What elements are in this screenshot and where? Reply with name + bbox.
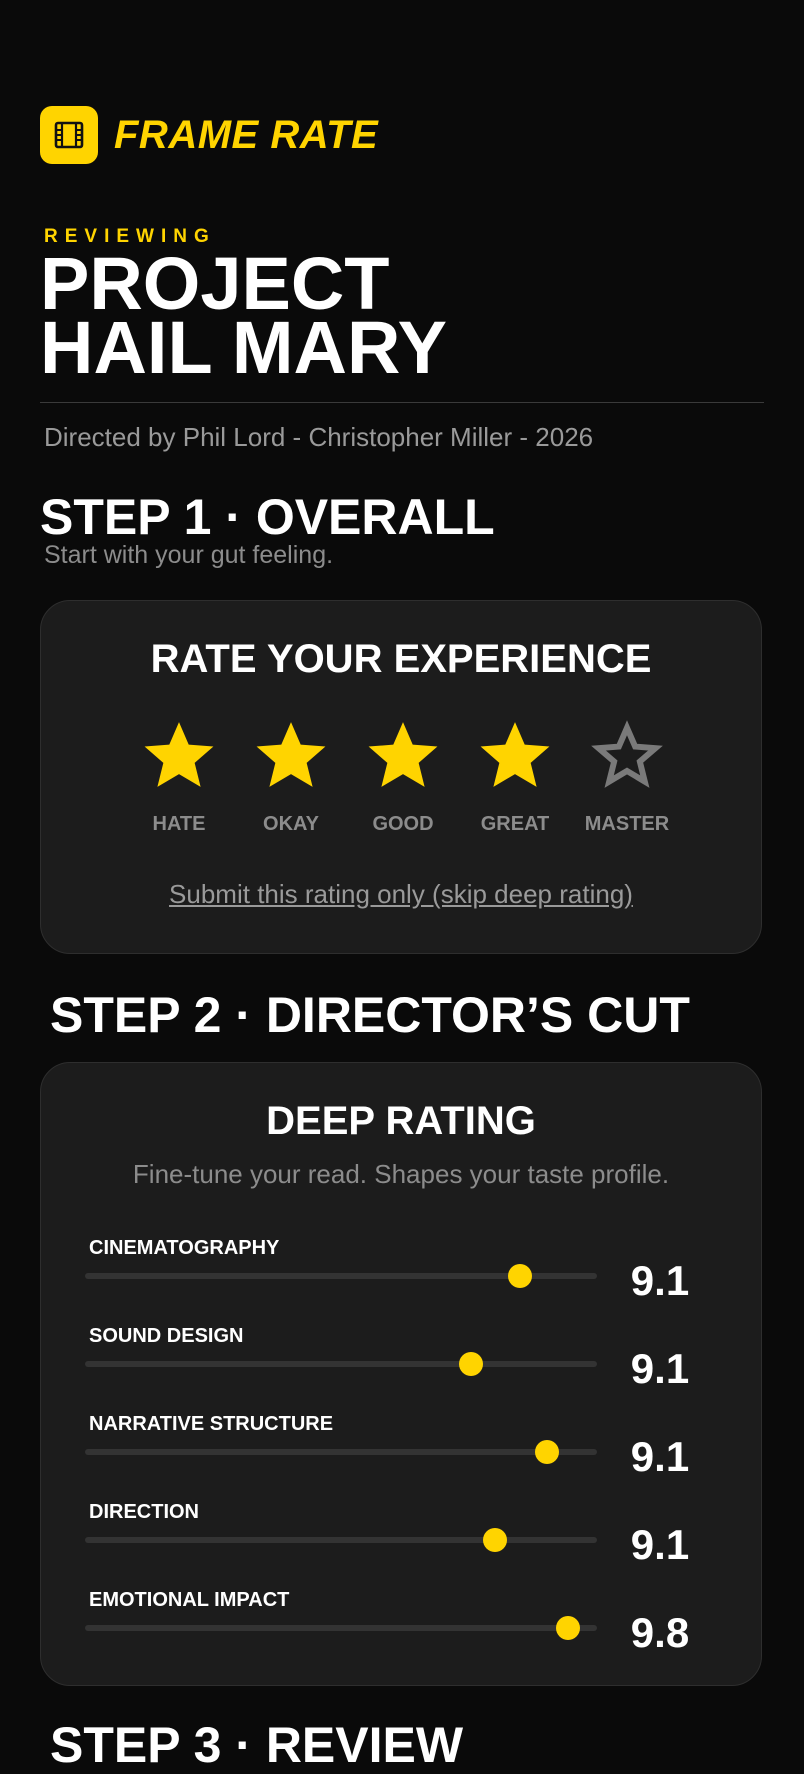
slider-narrative-structure: NARRATIVE STRUCTURE 9.1 bbox=[41, 1413, 761, 1493]
slider-label: EMOTIONAL IMPACT bbox=[89, 1589, 290, 1611]
slider-emotional-impact: EMOTIONAL IMPACT 9.8 bbox=[41, 1589, 761, 1669]
deep-rating-title: DEEP RATING bbox=[266, 1099, 536, 1143]
slider-thumb[interactable] bbox=[556, 1616, 581, 1640]
star-label: GREAT bbox=[480, 813, 550, 835]
star-master[interactable]: MASTER bbox=[567, 719, 687, 836]
star-icon bbox=[480, 722, 550, 787]
deep-rating-description: Fine-tune your read. Shapes your taste p… bbox=[132, 1159, 670, 1189]
slider-thumb[interactable] bbox=[535, 1440, 560, 1464]
slider-direction: DIRECTION 9.1 bbox=[41, 1501, 761, 1581]
slider-label: SOUND DESIGN bbox=[89, 1325, 244, 1347]
brand-header: FRAME RATE bbox=[40, 106, 378, 164]
star-label: MASTER bbox=[584, 813, 670, 835]
brand-name: FRAME RATE bbox=[114, 112, 379, 157]
star-icon bbox=[144, 722, 214, 787]
star-label: HATE bbox=[152, 813, 206, 835]
star-label: GOOD bbox=[372, 813, 434, 835]
slider-track[interactable] bbox=[85, 1616, 597, 1640]
slider-value: 9.1 bbox=[630, 1257, 690, 1304]
slider-thumb[interactable] bbox=[458, 1352, 483, 1376]
slider-value: 9.1 bbox=[630, 1521, 690, 1568]
slider-track[interactable] bbox=[85, 1352, 597, 1376]
slider-cinematography: CINEMATOGRAPHY 9.1 bbox=[41, 1237, 761, 1317]
slider-track[interactable] bbox=[85, 1528, 597, 1552]
divider bbox=[40, 402, 764, 403]
star-hate[interactable]: HATE bbox=[119, 719, 239, 836]
star-great[interactable]: GREAT bbox=[455, 719, 575, 836]
overall-rating-card: RATE YOUR EXPERIENCE HATE OKAY GOOD GREA… bbox=[40, 600, 762, 954]
star-outline-icon bbox=[591, 720, 663, 788]
slider-thumb[interactable] bbox=[482, 1528, 507, 1552]
slider-label: CINEMATOGRAPHY bbox=[89, 1237, 280, 1259]
star-icon bbox=[256, 722, 326, 787]
movie-credits: Directed by Phil Lord - Christopher Mill… bbox=[44, 422, 594, 452]
slider-label: NARRATIVE STRUCTURE bbox=[89, 1413, 334, 1435]
slider-value: 9.1 bbox=[630, 1433, 690, 1480]
slider-track[interactable] bbox=[85, 1440, 597, 1464]
step-2-heading: STEP 2 · DIRECTOR’S CUT bbox=[50, 987, 690, 1043]
slider-value: 9.8 bbox=[630, 1609, 690, 1656]
page-title: PROJECT HAIL MARY bbox=[40, 247, 447, 389]
rating-card-title: RATE YOUR EXPERIENCE bbox=[150, 637, 652, 681]
slider-thumb[interactable] bbox=[508, 1264, 533, 1288]
deep-rating-card: DEEP RATING Fine-tune your read. Shapes … bbox=[40, 1062, 762, 1686]
star-label: OKAY bbox=[263, 813, 319, 835]
step-1-heading: STEP 1 · OVERALL bbox=[40, 489, 495, 545]
step-3-heading: STEP 3 · REVIEW bbox=[50, 1717, 464, 1773]
film-icon bbox=[40, 106, 98, 164]
star-okay[interactable]: OKAY bbox=[231, 719, 351, 836]
star-icon bbox=[368, 722, 438, 787]
skip-deep-rating-link[interactable]: Submit this rating only (skip deep ratin… bbox=[41, 879, 761, 910]
star-good[interactable]: GOOD bbox=[343, 719, 463, 836]
rating-screen: FRAME RATE REVIEWING PROJECT HAIL MARY D… bbox=[0, 0, 804, 1773]
slider-sound-design: SOUND DESIGN 9.1 bbox=[41, 1325, 761, 1405]
slider-label: DIRECTION bbox=[89, 1501, 199, 1523]
title-line-2: HAIL MARY bbox=[40, 306, 447, 389]
slider-value: 9.1 bbox=[630, 1345, 690, 1392]
step-1-subtitle: Start with your gut feeling. bbox=[44, 541, 334, 569]
slider-track[interactable] bbox=[85, 1264, 597, 1288]
